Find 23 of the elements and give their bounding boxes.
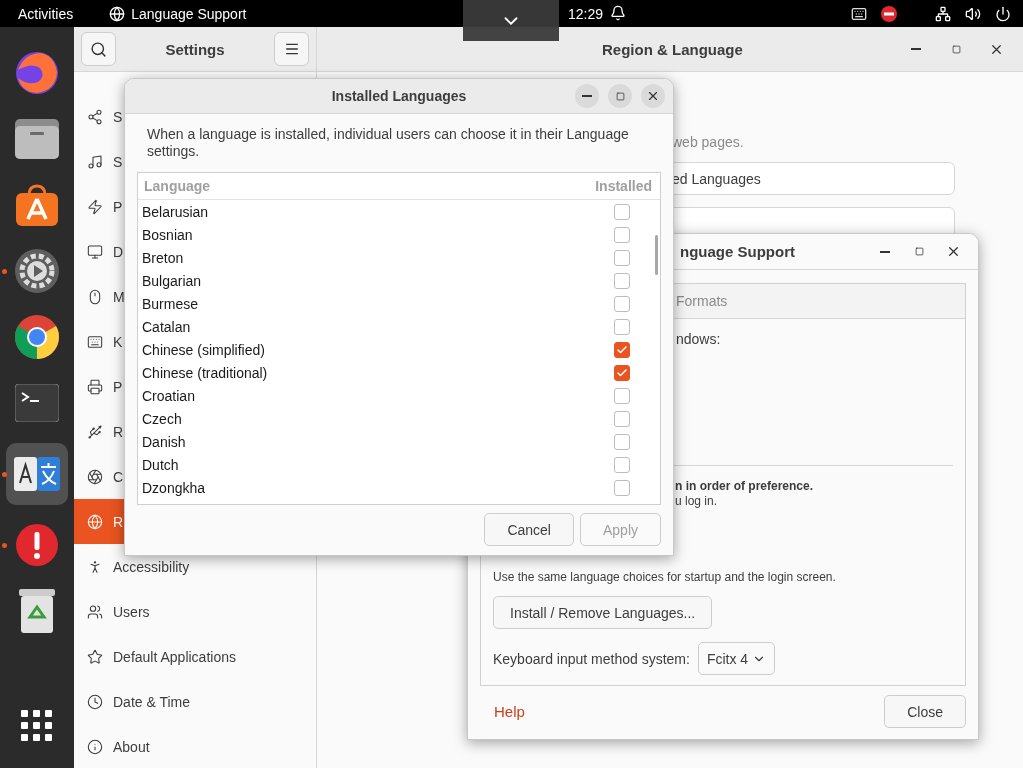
panel-title: Region & Language (602, 40, 743, 58)
preference-text: n in order of preference. (675, 479, 814, 493)
description-text: When a language is installed, individual users can choose it in their Language settings. (147, 126, 630, 160)
language-name: Burmese (142, 295, 199, 312)
language-name: Bulgarian (142, 272, 202, 289)
same-choices-text: Use the same language choices for startup and the login screen. (493, 570, 836, 584)
language-name: Dutch (142, 456, 179, 473)
language-name: Chinese (simplified) (142, 341, 265, 358)
dialog-title: Installed Languages (331, 88, 467, 104)
section-label: ndows: (676, 331, 721, 347)
language-name: Czech (142, 410, 182, 427)
window-title: nguage Support (680, 243, 795, 260)
language-name: Chinese (traditional) (142, 364, 268, 381)
language-name: Croatian (142, 387, 195, 404)
language-name: Catalan (142, 318, 191, 335)
window-title: Settings (165, 40, 225, 58)
language-name: Belarusian (142, 203, 209, 220)
input-method-label: Keyboard input method system: (493, 650, 690, 667)
language-name: Danish (142, 433, 186, 450)
language-name: Dzongkha (142, 479, 206, 496)
login-note: u log in. (675, 494, 718, 508)
language-name: Bosnian (142, 226, 193, 243)
language-name: Breton (142, 249, 184, 266)
